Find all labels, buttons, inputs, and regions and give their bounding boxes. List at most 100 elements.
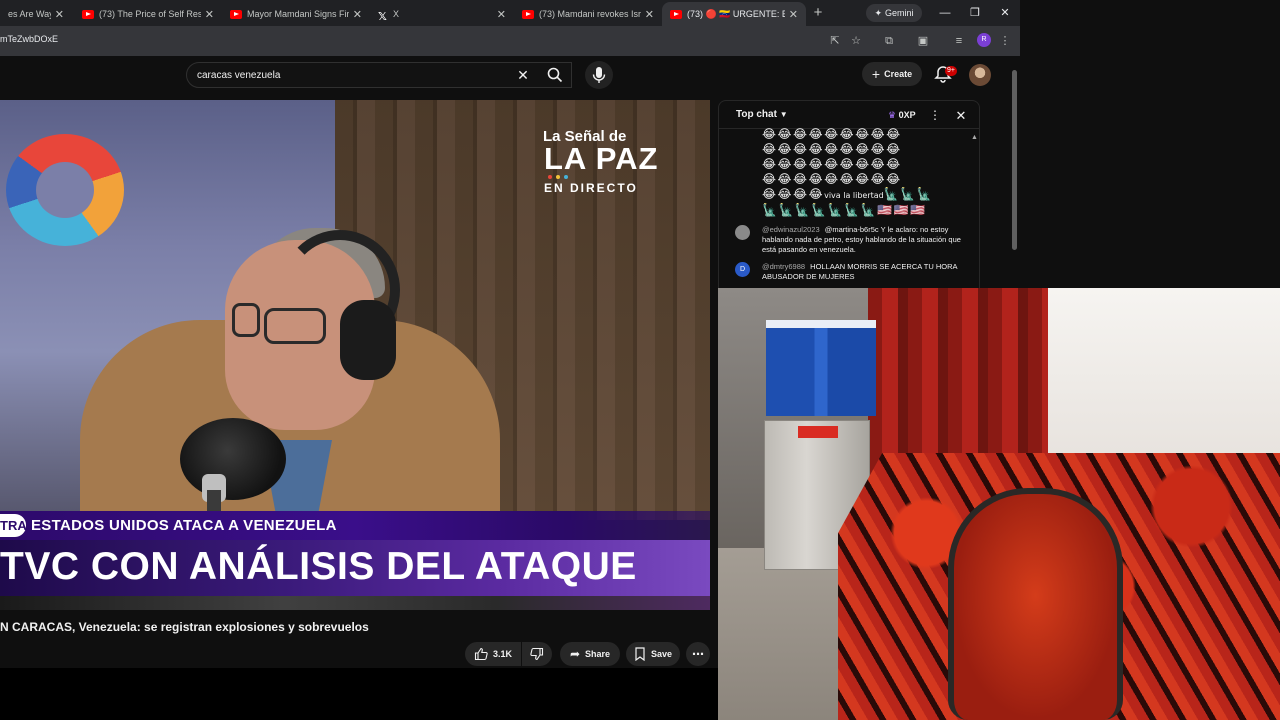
webcam-chair (948, 488, 1123, 720)
new-tab-button[interactable]: + (810, 4, 826, 22)
webcam-boxes (766, 320, 876, 416)
close-chat-icon[interactable]: ✕ (953, 108, 969, 124)
youtube-icon (230, 9, 242, 19)
chat-mode-label: Top chat (736, 109, 777, 120)
plus-icon: + (871, 66, 881, 82)
minimize-icon[interactable]: — (936, 4, 954, 22)
chat-emoji-row: 😂😂😂😂😂😂😂😂😂 (762, 127, 902, 141)
clear-search-icon[interactable]: ✕ (514, 66, 532, 84)
tab-label: (73) Mamdani revokes Israel (539, 9, 641, 19)
chat-emoji-prefix: 😂😂😂😂 (762, 187, 825, 201)
tab-label: Mayor Mamdani Signs First T (247, 9, 349, 19)
share-button[interactable]: ➦ Share (560, 642, 620, 666)
gemini-label: Gemini (885, 8, 914, 18)
like-button[interactable]: 3.1K (465, 642, 521, 666)
browser-tab-2[interactable]: (73) The Price of Self Respect ✕ (74, 2, 222, 26)
sparkle-icon: ✦ (874, 7, 883, 18)
lower-third-headline: ESTADOS UNIDOS ATACA A VENEZUELA (31, 517, 337, 534)
dislike-button[interactable] (522, 642, 552, 666)
channel-watermark-live: EN DIRECTO (544, 181, 638, 195)
microphone-icon (592, 67, 606, 83)
chat-author[interactable]: @edwinazul2023 (762, 225, 820, 234)
lower-third-tag: TRA (0, 514, 27, 537)
scrollbar-thumb[interactable] (1012, 70, 1017, 250)
headphone-cup (340, 300, 396, 380)
chat-author[interactable]: @dmtry6988 (762, 262, 805, 271)
page-bottom-area (0, 668, 718, 720)
like-count: 3.1K (492, 649, 512, 659)
x-logo-icon: 𝕏 (378, 10, 387, 23)
close-icon[interactable]: ✕ (205, 8, 214, 21)
more-actions-button[interactable]: ⋯ (686, 642, 710, 666)
chat-message: @edwinazul2023 @martina-b6r5c Y le aclar… (735, 225, 967, 255)
browser-tab-3[interactable]: Mayor Mamdani Signs First T ✕ (222, 2, 370, 26)
video-title: N CARACAS, Venezuela: se registran explo… (0, 620, 369, 634)
crown-icon: ♛ (888, 110, 897, 120)
bookmark-icon (635, 647, 645, 661)
search-input-value: caracas venezuela (197, 70, 281, 81)
webcam-bright-wall (1048, 288, 1280, 478)
youtube-icon (670, 9, 682, 19)
chat-emoji-row: 🗽🗽🗽🗽🗽🗽🗽🇺🇸🇺🇸🇺🇸 (762, 203, 927, 217)
chat-points-value: 0XP (898, 110, 916, 120)
gemini-button[interactable]: ✦ Gemini (866, 4, 922, 22)
close-window-icon[interactable]: ✕ (996, 4, 1014, 22)
close-icon[interactable]: ✕ (497, 8, 506, 21)
browser-menu-icon[interactable]: ⋮ (996, 32, 1014, 50)
url-field[interactable]: mTeZwbDOxE (0, 34, 58, 44)
media-controls-icon[interactable]: ≡ (950, 32, 968, 50)
watermark-dot (556, 175, 560, 179)
profile-avatar[interactable]: R (977, 33, 991, 47)
close-icon[interactable]: ✕ (353, 8, 362, 21)
glasses-right-lens (264, 308, 326, 344)
thumbs-down-icon (530, 647, 544, 661)
chat-emoji-row: 😂😂😂😂😂😂😂😂😂 (762, 172, 902, 186)
chat-mode-dropdown[interactable]: Top chat ▼ (736, 109, 788, 120)
chevron-down-icon: ▼ (779, 110, 788, 119)
close-icon[interactable]: ✕ (645, 8, 654, 21)
browser-tab-active[interactable]: (73) 🔴 🇻🇪 URGENTE: BOMBA ✕ (662, 2, 806, 26)
lower-third-title: TVC CON ANÁLISIS DEL ATAQUE (0, 545, 637, 588)
tab-label: (73) 🔴 🇻🇪 URGENTE: BOMBA (687, 8, 785, 19)
chat-emoji-row: 😂😂😂😂😂😂😂😂😂 (762, 157, 902, 171)
chat-emoji-row: 😂😂😂😂😂😂😂😂😂 (762, 142, 902, 156)
chat-message: D @dmtry6988 HOLLAAN MORRIS SE ACERCA TU… (735, 262, 967, 282)
swirl-logo (6, 134, 124, 246)
voice-search-button[interactable] (585, 61, 613, 89)
save-button[interactable]: Save (626, 642, 680, 666)
chat-emoji-row: 😂😂😂😂viva la libertad🗽🗽🗽 (762, 187, 933, 203)
webcam-sticker (798, 426, 838, 438)
browser-tab-5[interactable]: (73) Mamdani revokes Israel ✕ (514, 2, 662, 26)
chat-more-icon[interactable]: ⋮ (929, 108, 941, 124)
glasses-left-lens (232, 303, 260, 337)
chat-points-badge[interactable]: ♛ 0XP (888, 110, 916, 121)
search-button[interactable] (540, 62, 570, 88)
chat-author-avatar[interactable] (735, 225, 750, 240)
thumbs-up-icon (474, 647, 488, 661)
browser-tab-4[interactable]: 𝕏 X ✕ (370, 2, 514, 26)
create-button[interactable]: + Create (862, 62, 922, 86)
address-bar: mTeZwbDOxE ⇱ ☆ ⧉ ▣ ≡ ⋮ (0, 26, 1020, 56)
install-app-icon[interactable]: ⇱ (826, 32, 844, 50)
watermark-dot (548, 175, 552, 179)
youtube-icon (82, 9, 94, 19)
close-icon[interactable]: ✕ (55, 8, 64, 21)
chat-scroll-up-icon[interactable]: ▲ (971, 134, 978, 141)
create-label: Create (884, 69, 913, 79)
extensions-icon[interactable]: ⧉ (880, 32, 898, 50)
notification-count-badge: 9+ (945, 66, 957, 76)
restore-icon[interactable]: ❐ (966, 4, 984, 22)
browser-tab-1[interactable]: es Are Way Wi ✕ (0, 2, 72, 26)
bookmark-star-icon[interactable]: ☆ (847, 32, 865, 50)
chat-inline-text: viva la libertad (824, 191, 884, 200)
search-icon (547, 67, 563, 83)
save-label: Save (650, 649, 673, 659)
channel-watermark-line2: LA PAZ (544, 141, 659, 176)
lower-third-footer-bar (0, 596, 710, 610)
chat-author-avatar[interactable]: D (735, 262, 750, 277)
browser-tab-bar: es Are Way Wi ✕ (73) The Price of Self R… (0, 0, 1020, 26)
youtube-icon (522, 9, 534, 19)
close-icon[interactable]: ✕ (789, 8, 798, 21)
side-panel-icon[interactable]: ▣ (914, 32, 932, 50)
user-avatar[interactable] (969, 64, 991, 86)
